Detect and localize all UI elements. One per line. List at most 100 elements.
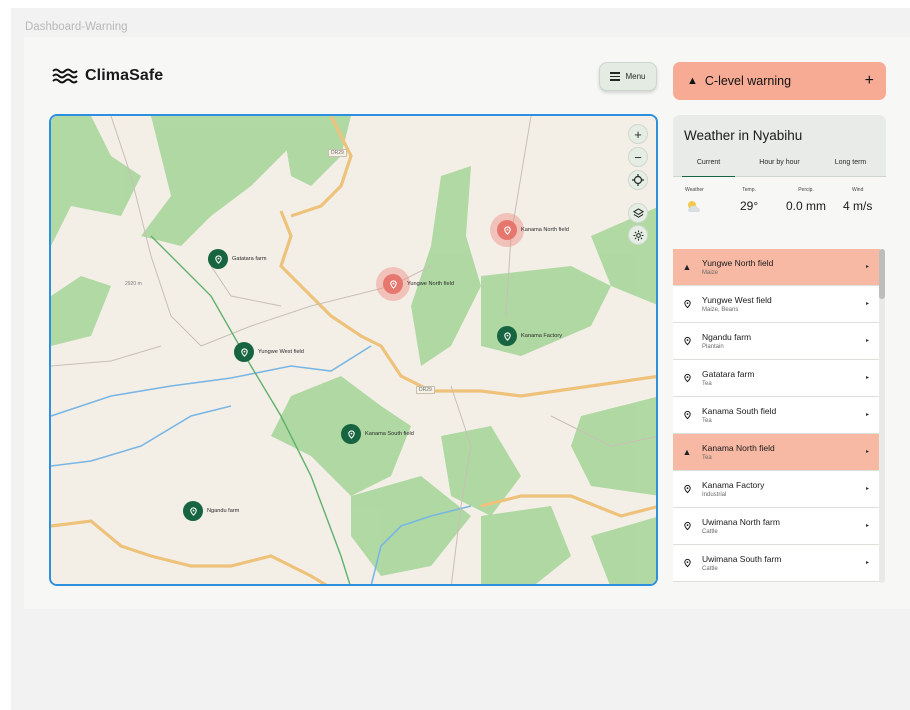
map-view[interactable]: DR29 DR29 2920 m Gatatara farm Yungwe No… [49,114,658,586]
field-name: Yungwe West field [702,295,772,305]
precipitation-header: Percip. [798,187,814,193]
settings-button[interactable] [628,225,648,245]
marker-label: Ngandu farm [207,508,240,514]
waves-icon [52,68,78,84]
location-pin-icon [681,373,693,383]
warning-icon: ▲ [687,75,698,87]
locate-button[interactable] [628,170,648,190]
zoom-out-button[interactable]: − [628,147,648,167]
expand-icon: + [864,72,874,89]
marker-label: Gatatara farm [232,256,267,262]
field-name: Kanama South field [702,406,777,416]
layers-icon [632,207,644,218]
list-item[interactable]: Gatatara farm Tea ▸ [673,360,880,397]
c-level-warning-button[interactable]: ▲ C-level warning + [673,62,886,100]
chevron-right-icon: ▸ [865,560,869,566]
map-terrain [51,116,656,584]
weather-title: Weather in Nyabihu [684,128,803,143]
field-crop: Maize, Beans [702,307,739,313]
field-name: Ngandu farm [702,332,752,342]
field-name: Kanama Factory [702,480,765,490]
map-marker[interactable]: Kanama South field [341,424,414,444]
chevron-right-icon: ▸ [865,523,869,529]
chevron-right-icon: ▸ [865,486,869,492]
field-crop: Industrial [702,492,727,498]
location-pin-icon [681,410,693,420]
map-marker[interactable]: Ngandu farm [183,501,239,521]
tab-hour-by-hour[interactable]: Hour by hour [744,155,815,176]
chevron-right-icon: ▸ [865,301,869,307]
list-item[interactable]: Yungwe West field Maize, Beans ▸ [673,286,880,323]
field-crop: Tea [702,455,712,461]
tab-current[interactable]: Current [673,155,744,177]
app-name: ClimaSafe [85,67,164,84]
map-marker[interactable]: Yungwe West field [234,342,304,362]
precipitation-column: Percip. 0.0 mm [786,187,826,213]
fields-list: ▲ Yungwe North field Maize ▸ Yungwe West … [673,249,880,583]
chevron-right-icon: ▸ [865,338,869,344]
field-name: Gatatara farm [702,369,755,379]
app-logo[interactable]: ClimaSafe [52,67,163,85]
gear-icon [632,229,644,241]
temperature-column: Temp. 29° [740,187,758,213]
field-crop: Cattle [702,529,718,535]
location-pin-icon [681,299,693,309]
field-name: Kanama North field [702,443,775,453]
list-item[interactable]: Uwimana South farm Cattle ▸ [673,545,880,582]
menu-label: Menu [625,72,646,81]
list-item[interactable]: Uwimana North farm Cattle ▸ [673,508,880,545]
map-marker-warning[interactable]: Yungwe North field [383,274,454,294]
warning-icon: ▲ [682,447,692,457]
marker-label: Kanama Factory [521,333,563,339]
location-pin-icon [681,336,693,346]
location-pin-icon [383,274,403,294]
list-item[interactable]: ▲ Kanama North field Tea ▸ [673,434,880,471]
chevron-right-icon: ▸ [865,375,869,381]
list-item[interactable]: Kanama South field Tea ▸ [673,397,880,434]
chevron-right-icon: ▸ [865,449,869,455]
chevron-right-icon: ▸ [865,412,869,418]
location-pin-icon [183,501,203,521]
location-pin-icon [497,326,517,346]
field-crop: Cattle [702,566,718,572]
field-name: Uwimana North farm [702,517,780,527]
field-crop: Tea [702,418,712,424]
menu-button[interactable]: Menu [599,62,657,91]
list-scrollbar[interactable] [879,249,885,583]
map-marker[interactable]: Kanama Factory [497,326,562,346]
weather-tabs: Current Hour by hour Long term [673,155,886,177]
field-crop: Tea [702,381,712,387]
field-name: Yungwe North field [702,258,774,268]
partly-cloudy-icon [685,199,704,216]
weather-card: Weather in Nyabihu Current Hour by hour … [673,115,886,233]
scroll-thumb[interactable] [879,249,885,299]
location-pin-icon [341,424,361,444]
crosshair-icon [632,174,644,186]
road-label: DR29 [416,386,435,394]
list-item[interactable]: Ngandu farm Plantain ▸ [673,323,880,360]
hamburger-icon [610,72,621,81]
map-marker[interactable]: Gatatara farm [208,249,267,269]
field-name: Uwimana South farm [702,554,782,564]
marker-label: Yungwe North field [407,281,454,287]
location-pin-icon [681,558,693,568]
elevation-label: 2920 m [125,281,142,287]
precipitation-value: 0.0 mm [786,199,827,213]
warning-label: C-level warning [704,74,792,88]
field-crop: Maize [702,270,719,276]
wind-value: 4 m/s [843,199,873,213]
location-pin-icon [234,342,254,362]
tab-long-term[interactable]: Long term [815,155,886,176]
map-marker-warning[interactable]: Kanama North field [497,220,569,240]
road-label: DR29 [328,149,347,157]
marker-label: Yungwe West field [258,349,304,355]
wind-column: Wind 4 m/s [843,187,872,213]
list-item[interactable]: ▲ Yungwe North field Maize ▸ [673,249,880,286]
location-pin-icon [681,521,693,531]
list-item[interactable]: Kanama Factory Industrial ▸ [673,471,880,508]
layers-button[interactable] [628,203,648,223]
location-pin-icon [208,249,228,269]
zoom-in-button[interactable]: + [628,124,648,144]
warning-icon: ▲ [682,262,692,272]
marker-label: Kanama North field [521,227,569,233]
